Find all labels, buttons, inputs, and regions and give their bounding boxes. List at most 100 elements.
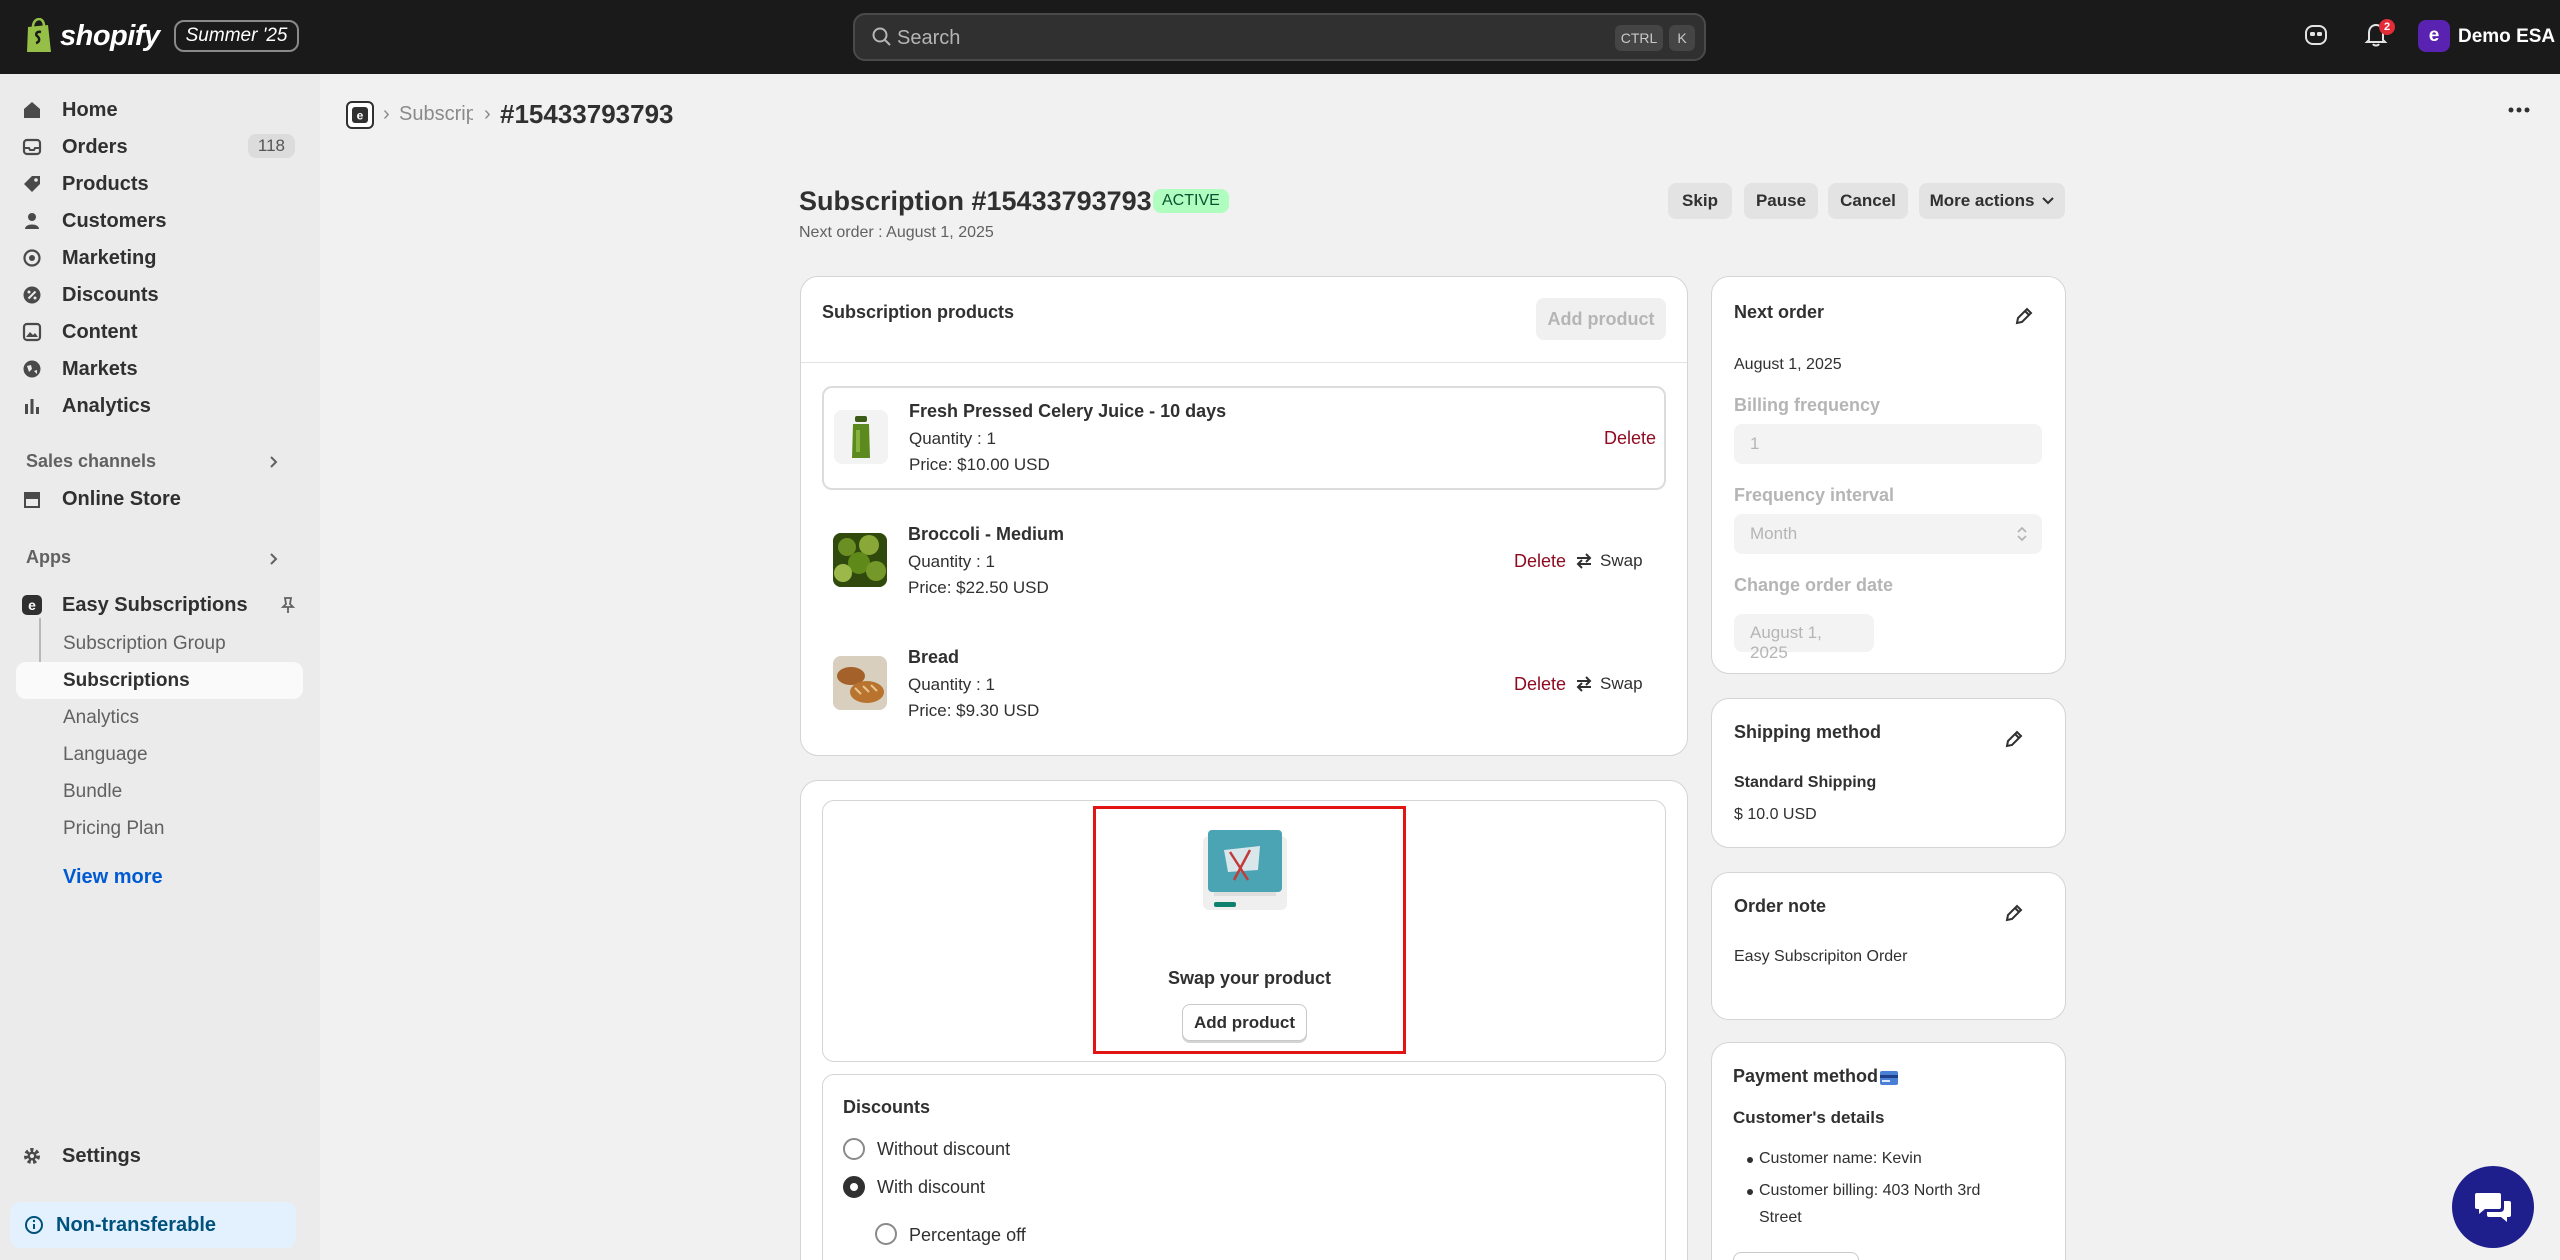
- view-more-link[interactable]: View more: [63, 866, 163, 889]
- sidebar-subitem-analytics[interactable]: Analytics: [16, 699, 303, 736]
- swap-product-link[interactable]: Swap: [1574, 551, 1643, 571]
- sales-channels-label: Sales channels: [26, 451, 157, 471]
- sidebar-item-settings[interactable]: Settings: [16, 1139, 303, 1173]
- sidebar-subitem-language[interactable]: Language: [16, 736, 303, 773]
- delete-product-link[interactable]: Delete: [1604, 428, 1656, 449]
- sidebar-item-markets[interactable]: Markets: [16, 352, 303, 386]
- swap-label: Swap: [1600, 551, 1643, 570]
- swap-product-link[interactable]: Swap: [1574, 674, 1643, 694]
- delete-product-link[interactable]: Delete: [1514, 674, 1566, 695]
- store-avatar[interactable]: e: [2418, 20, 2450, 52]
- product-thumbnail: [833, 656, 887, 710]
- store-name[interactable]: Demo ESA: [2458, 26, 2555, 48]
- chevron-right-icon[interactable]: [266, 455, 280, 469]
- sidebar-item-label: Home: [62, 98, 118, 121]
- sidebar-item-discounts[interactable]: Discounts: [16, 278, 303, 312]
- home-icon: [24, 102, 40, 118]
- change-order-date-label: Change order date: [1734, 575, 1894, 595]
- sidebar-item-products[interactable]: Products: [16, 167, 303, 201]
- sidebar-item-label: Online Store: [62, 487, 181, 510]
- non-transferable-label: Non-transferable: [56, 1213, 217, 1236]
- sidebar-subitem-pricing-plan[interactable]: Pricing Plan: [16, 810, 303, 847]
- radio-with-discount[interactable]: [843, 1176, 865, 1198]
- sidebar-item-online-store[interactable]: Online Store: [16, 482, 303, 516]
- discount-icon: [23, 286, 41, 304]
- easy-subscriptions-app-icon: e: [22, 595, 42, 615]
- status-badge: ACTIVE: [1153, 189, 1229, 213]
- sidebar-item-label: Customers: [62, 209, 167, 232]
- order-note-text: Easy Subscripiton Order: [1734, 948, 1908, 965]
- product-thumbnail: [834, 410, 888, 464]
- radio-without-discount[interactable]: [843, 1138, 865, 1160]
- search-icon: [872, 27, 891, 46]
- sidebar-subitem-label: Pricing Plan: [63, 817, 165, 839]
- next-order-title: Next order: [1734, 302, 1825, 322]
- breadcrumb-app-icon[interactable]: e: [346, 101, 374, 129]
- more-horizontal-icon[interactable]: [2507, 106, 2531, 114]
- sidebar-item-label: Analytics: [62, 394, 151, 417]
- chat-button[interactable]: [2452, 1166, 2534, 1248]
- top-bar: shopify Summer '25 Search CTRL K 2 e Dem…: [0, 0, 2560, 74]
- breadcrumb-parent-link[interactable]: Subscriptions: [399, 103, 473, 126]
- product-quantity: Quantity : 1: [909, 429, 996, 448]
- sidebar-subitem-label: Bundle: [63, 780, 123, 802]
- select-arrows-icon: [2017, 526, 2027, 542]
- sidebar-item-content[interactable]: Content: [16, 315, 303, 349]
- change-order-date-button[interactable]: August 1, 2025: [1734, 614, 1874, 662]
- sidebar-item-easy-subscriptions[interactable]: e Easy Subscriptions: [16, 588, 303, 622]
- sidebar-item-orders[interactable]: Orders 118: [16, 130, 303, 164]
- sidebar-item-label: Settings: [62, 1144, 141, 1167]
- pin-icon[interactable]: [279, 596, 297, 614]
- next-order-date: August 1, 2025: [1734, 356, 1842, 373]
- customer-billing-line2: Street: [1759, 1209, 1802, 1226]
- notification-badge: 2: [2379, 19, 2395, 35]
- sidekick-icon[interactable]: [2304, 22, 2328, 48]
- search-placeholder: Search: [897, 27, 961, 49]
- frequency-interval-select[interactable]: Month: [1734, 514, 2042, 554]
- search-bar[interactable]: Search CTRL K: [853, 13, 1706, 61]
- list-bullet: [1747, 1189, 1753, 1195]
- product-quantity: Quantity : 1: [908, 552, 995, 571]
- content-icon: [22, 322, 42, 342]
- shopify-logo[interactable]: shopify Summer '25: [24, 18, 300, 54]
- pencil-icon[interactable]: [2014, 306, 2034, 326]
- sidebar-subitem-subscriptions[interactable]: Subscriptions: [16, 662, 303, 699]
- chevron-right-icon[interactable]: [266, 552, 280, 566]
- partial-button[interactable]: [1733, 1252, 1859, 1260]
- pencil-icon[interactable]: [2004, 729, 2024, 749]
- radio-percentage-off[interactable]: [875, 1223, 897, 1245]
- customer-details-label: Customer's details: [1733, 1108, 1885, 1127]
- pause-button[interactable]: Pause: [1744, 183, 1818, 219]
- sidebar-item-analytics[interactable]: Analytics: [16, 389, 303, 423]
- sidebar-subitem-subscription-group[interactable]: Subscription Group: [16, 625, 303, 662]
- sidebar-subitem-label: Subscriptions: [63, 669, 190, 691]
- cancel-button[interactable]: Cancel: [1828, 183, 1908, 219]
- list-bullet: [1747, 1157, 1753, 1163]
- edition-badge[interactable]: Summer '25: [173, 20, 300, 52]
- customer-name: Customer name: Kevin: [1759, 1150, 1922, 1167]
- skip-button[interactable]: Skip: [1668, 183, 1732, 219]
- person-icon: [25, 213, 39, 229]
- inbox-icon: [22, 138, 42, 156]
- more-actions-button[interactable]: More actions: [1919, 183, 2065, 219]
- product-name: Bread: [908, 647, 960, 667]
- breadcrumb-current: #15433793793: [500, 99, 674, 129]
- tag-icon: [24, 176, 40, 192]
- non-transferable-banner[interactable]: Non-transferable: [10, 1202, 296, 1248]
- product-thumbnail: [833, 533, 887, 587]
- frequency-interval-value: Month: [1750, 524, 1798, 543]
- radio-label: With discount: [877, 1177, 986, 1197]
- sidebar-item-home[interactable]: Home: [16, 93, 303, 127]
- sidebar-subitem-bundle[interactable]: Bundle: [16, 773, 303, 810]
- order-note-card: [1711, 872, 2066, 1020]
- billing-frequency-field[interactable]: 1: [1734, 424, 2042, 464]
- sidebar-item-customers[interactable]: Customers: [16, 204, 303, 238]
- add-product-button[interactable]: Add product: [1536, 298, 1666, 340]
- products-card-title: Subscription products: [822, 302, 1015, 322]
- pencil-icon[interactable]: [2004, 903, 2024, 923]
- gear-icon: [24, 1148, 40, 1164]
- sidebar-item-marketing[interactable]: Marketing: [16, 241, 303, 275]
- payment-method-title: Payment method: [1733, 1066, 1879, 1086]
- orders-count-badge: 118: [247, 134, 295, 158]
- delete-product-link[interactable]: Delete: [1514, 551, 1566, 572]
